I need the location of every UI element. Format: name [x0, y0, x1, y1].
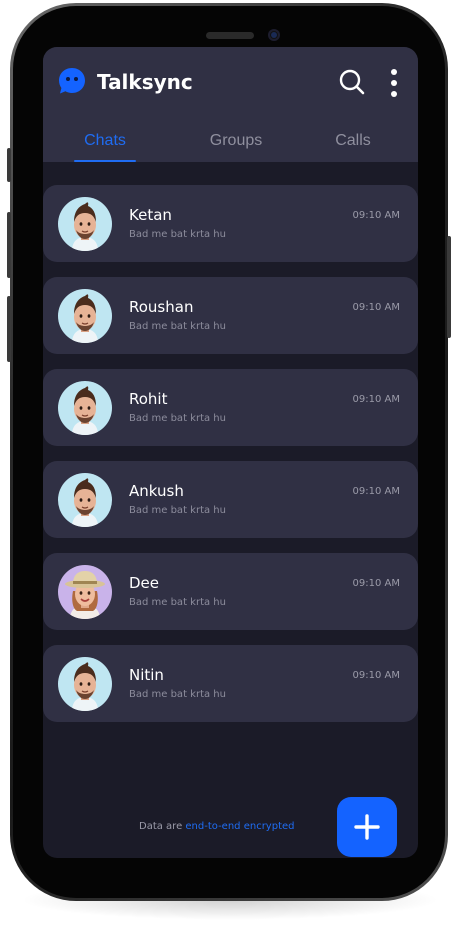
- avatar: [58, 565, 112, 619]
- encryption-note: Data are end-to-end encrypted: [139, 820, 295, 834]
- active-tab-indicator: [74, 160, 136, 162]
- earpiece-speaker: [206, 32, 254, 39]
- male-memoji-avatar-icon: [58, 289, 112, 343]
- chat-bubble-logo-icon: [59, 68, 85, 94]
- avatar: [58, 289, 112, 343]
- encryption-link[interactable]: end-to-end encrypted: [185, 821, 294, 832]
- encryption-note-prefix: Data are: [139, 821, 186, 832]
- chat-timestamp: 09:10 AM: [352, 210, 400, 221]
- side-button-volume-down: [7, 296, 11, 362]
- chat-name: Ankush: [129, 482, 184, 500]
- male-memoji-avatar-icon: [58, 657, 112, 711]
- chat-last-message: Bad me bat krta hu: [129, 229, 226, 240]
- chat-timestamp: 09:10 AM: [352, 394, 400, 405]
- male-memoji-avatar-icon: [58, 473, 112, 527]
- chat-last-message: Bad me bat krta hu: [129, 413, 226, 424]
- avatar: [58, 197, 112, 251]
- chat-timestamp: 09:10 AM: [352, 302, 400, 313]
- chat-last-message: Bad me bat krta hu: [129, 597, 226, 608]
- male-memoji-avatar-icon: [58, 381, 112, 435]
- avatar: [58, 657, 112, 711]
- front-camera: [268, 29, 280, 41]
- app-header: Talksync Chats Groups Calls: [43, 47, 418, 162]
- chat-last-message: Bad me bat krta hu: [129, 321, 226, 332]
- tab-chats[interactable]: Chats: [73, 129, 137, 153]
- chat-item-rohit[interactable]: Rohit Bad me bat krta hu 09:10 AM: [43, 369, 418, 446]
- chat-timestamp: 09:10 AM: [352, 486, 400, 497]
- search-icon[interactable]: [339, 69, 365, 95]
- chat-item-ankush[interactable]: Ankush Bad me bat krta hu 09:10 AM: [43, 461, 418, 538]
- side-button-volume-up: [7, 212, 11, 278]
- chat-name: Roushan: [129, 298, 194, 316]
- tab-groups[interactable]: Groups: [201, 129, 271, 153]
- side-button-power: [447, 236, 451, 338]
- chat-timestamp: 09:10 AM: [352, 670, 400, 681]
- app-screen: Talksync Chats Groups Calls Ketan Bad me…: [43, 47, 418, 858]
- avatar: [58, 473, 112, 527]
- chat-item-nitin[interactable]: Nitin Bad me bat krta hu 09:10 AM: [43, 645, 418, 722]
- chat-name: Ketan: [129, 206, 172, 224]
- chat-name: Nitin: [129, 666, 164, 684]
- chat-item-ketan[interactable]: Ketan Bad me bat krta hu 09:10 AM: [43, 185, 418, 262]
- female-memoji-avatar-icon: [58, 565, 112, 619]
- app-title: Talksync: [97, 70, 193, 94]
- chat-name: Rohit: [129, 390, 168, 408]
- more-vertical-icon[interactable]: [387, 68, 401, 98]
- side-button-mute: [7, 148, 11, 182]
- plus-icon: [354, 814, 380, 840]
- chat-item-dee[interactable]: Dee Bad me bat krta hu 09:10 AM: [43, 553, 418, 630]
- chat-timestamp: 09:10 AM: [352, 578, 400, 589]
- chat-last-message: Bad me bat krta hu: [129, 689, 226, 700]
- male-memoji-avatar-icon: [58, 197, 112, 251]
- chat-name: Dee: [129, 574, 160, 592]
- tab-calls[interactable]: Calls: [324, 129, 382, 153]
- avatar: [58, 381, 112, 435]
- new-chat-button[interactable]: [337, 797, 397, 857]
- chat-last-message: Bad me bat krta hu: [129, 505, 226, 516]
- chat-item-roushan[interactable]: Roushan Bad me bat krta hu 09:10 AM: [43, 277, 418, 354]
